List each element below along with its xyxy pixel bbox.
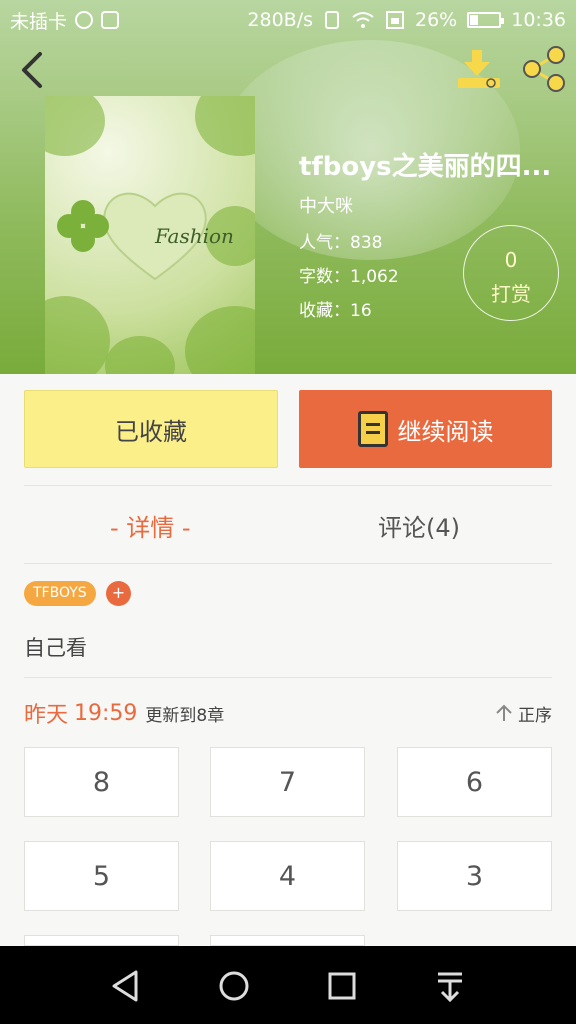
cover-leaf xyxy=(105,336,175,374)
favorites-value: 16 xyxy=(350,301,372,321)
update-info: 昨天 19:59 更新到8章 正序 xyxy=(24,697,552,729)
add-tag-button[interactable]: + xyxy=(106,581,131,606)
battery-percent: 26% xyxy=(415,9,458,31)
nav-back-icon[interactable] xyxy=(108,968,144,1004)
arrow-up-icon xyxy=(496,704,512,721)
cover-leaf xyxy=(185,306,255,374)
cover-title: Fashion xyxy=(155,224,234,248)
book-icon xyxy=(357,411,388,447)
update-day: 昨天 xyxy=(24,703,69,728)
tab-comments[interactable]: 评论(4) xyxy=(378,508,460,543)
favorited-button[interactable]: 已收藏 xyxy=(24,390,278,468)
tip-label: 打赏 xyxy=(491,282,531,306)
chapter-button[interactable]: 4 xyxy=(210,841,365,911)
cover-leaf xyxy=(195,96,255,156)
divider xyxy=(24,677,552,678)
divider xyxy=(24,485,552,486)
cover-leaf xyxy=(45,296,110,374)
clock: 10:36 xyxy=(511,9,566,31)
tip-count: 0 xyxy=(504,248,518,272)
popularity-stat: 人气：838 xyxy=(299,228,382,253)
carrier-label: 未插卡 xyxy=(10,10,68,33)
notification-icon xyxy=(101,11,120,29)
nav-home-icon[interactable] xyxy=(216,968,252,1004)
chapter-button[interactable]: 3 xyxy=(397,841,552,911)
update-time: 19:59 xyxy=(74,700,138,726)
sort-label: 正序 xyxy=(518,705,552,726)
favorites-stat: 收藏：16 xyxy=(299,296,372,321)
download-icon[interactable] xyxy=(456,48,502,90)
nav-recents-icon[interactable] xyxy=(324,968,360,1004)
popularity-label: 人气： xyxy=(299,233,350,253)
chapter-button-partial[interactable] xyxy=(24,935,179,946)
word-count-label: 字数： xyxy=(299,267,350,287)
chapter-button[interactable]: 8 xyxy=(24,747,179,817)
popularity-value: 838 xyxy=(350,233,383,253)
book-title: tfboys之美丽的四... xyxy=(299,152,552,182)
book-header: Fashion tfboys之美丽的四... 中大咪 人气：838 字数：1,0… xyxy=(0,0,576,374)
word-count-stat: 字数：1,062 xyxy=(299,262,399,287)
back-icon[interactable] xyxy=(14,50,50,90)
vibrate-icon xyxy=(325,11,339,29)
nav-notification-pull-icon[interactable] xyxy=(432,968,468,1004)
chapter-button[interactable]: 5 xyxy=(24,841,179,911)
sim-icon xyxy=(386,11,404,29)
battery-fill xyxy=(470,15,478,25)
tip-button[interactable]: 0 打赏 xyxy=(463,225,559,321)
book-author[interactable]: 中大咪 xyxy=(299,192,353,218)
battery-icon xyxy=(467,12,505,28)
share-icon[interactable] xyxy=(520,46,568,92)
cover-clover-icon xyxy=(57,200,109,252)
network-speed: 280B/s xyxy=(247,9,313,31)
chapter-button[interactable]: 7 xyxy=(210,747,365,817)
update-text: 更新到8章 xyxy=(145,705,225,726)
tab-detail[interactable]: - 详情 - xyxy=(110,508,191,543)
divider xyxy=(24,563,552,564)
word-count-value: 1,062 xyxy=(350,267,399,287)
continue-reading-button[interactable]: 继续阅读 xyxy=(299,390,552,468)
status-bar: 未插卡 280B/s 26% 10:36 xyxy=(0,0,576,40)
sort-toggle[interactable]: 正序 xyxy=(494,701,552,726)
continue-reading-label: 继续阅读 xyxy=(397,417,494,446)
book-description: 自己看 xyxy=(24,636,87,660)
book-cover[interactable]: Fashion xyxy=(45,96,255,374)
chapter-button-partial[interactable] xyxy=(210,935,365,946)
tag-chip[interactable]: TFBOYS xyxy=(24,581,96,606)
system-nav-bar xyxy=(0,946,576,1024)
wifi-icon xyxy=(352,12,374,28)
location-icon xyxy=(75,11,94,29)
cover-leaf xyxy=(45,96,105,156)
favorites-label: 收藏： xyxy=(299,301,350,321)
chapter-button[interactable]: 6 xyxy=(397,747,552,817)
